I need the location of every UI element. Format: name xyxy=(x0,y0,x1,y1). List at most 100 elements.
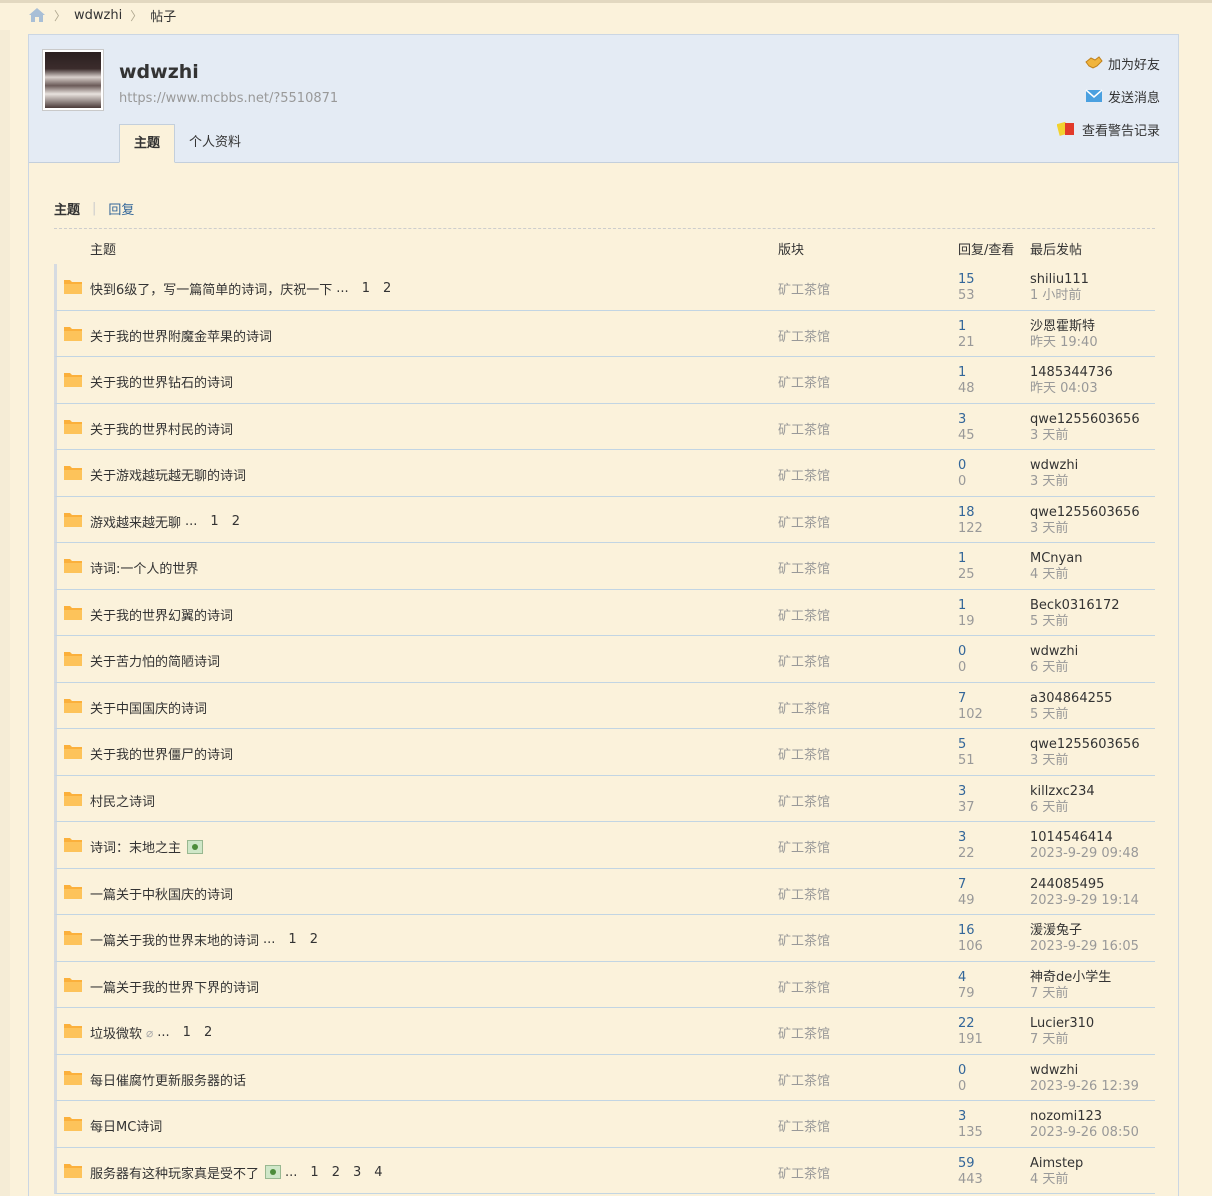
reply-count[interactable]: 3 xyxy=(958,412,975,428)
topic-title-link[interactable]: 村民之诗词 xyxy=(90,791,155,810)
add-friend-button[interactable]: 加为好友 xyxy=(1085,53,1160,73)
topic-forum[interactable]: 矿工茶馆 xyxy=(778,1023,830,1042)
last-post-user[interactable]: nozomi123 xyxy=(1030,1109,1139,1125)
view-warnings-button[interactable]: 查看警告记录 xyxy=(1056,119,1160,139)
topic-title-link[interactable]: 关于苦力怕的简陋诗词 xyxy=(90,651,220,670)
last-post-time[interactable]: 3 天前 xyxy=(1030,753,1140,769)
last-post-user[interactable]: 神奇de小学生 xyxy=(1030,970,1111,986)
reply-count[interactable]: 1 xyxy=(958,365,975,381)
last-post-time[interactable]: 4 天前 xyxy=(1030,1172,1083,1188)
breadcrumb-page[interactable]: 帖子 xyxy=(150,6,176,25)
topic-title-link[interactable]: 关于我的世界幻翼的诗词 xyxy=(90,605,233,624)
last-post-time[interactable]: 4 天前 xyxy=(1030,567,1082,583)
breadcrumb-user[interactable]: wdwzhi xyxy=(74,8,122,23)
subtab-replies[interactable]: 回复 xyxy=(108,199,134,218)
page-link[interactable]: 2 xyxy=(310,932,318,947)
last-post-time[interactable]: 2023-9-29 16:05 xyxy=(1030,939,1139,955)
reply-count[interactable]: 15 xyxy=(958,272,975,288)
reply-count[interactable]: 4 xyxy=(958,970,975,986)
topic-title-link[interactable]: 诗词:一个人的世界 xyxy=(90,558,198,577)
topic-forum[interactable]: 矿工茶馆 xyxy=(778,1163,830,1182)
topic-forum[interactable]: 矿工茶馆 xyxy=(778,791,830,810)
topic-forum[interactable]: 矿工茶馆 xyxy=(778,372,830,391)
topic-title-link[interactable]: 关于我的世界村民的诗词 xyxy=(90,419,233,438)
page-link[interactable]: 3 xyxy=(353,1165,361,1180)
page-link[interactable]: 1 xyxy=(210,514,218,529)
profile-url[interactable]: https://www.mcbbs.net/?5510871 xyxy=(119,91,338,106)
page-link[interactable]: 1 xyxy=(288,932,296,947)
topic-title-link[interactable]: 垃圾微软 xyxy=(90,1023,142,1042)
last-post-time[interactable]: 6 天前 xyxy=(1030,800,1095,816)
reply-count[interactable]: 59 xyxy=(958,1156,983,1172)
last-post-time[interactable]: 3 天前 xyxy=(1030,474,1078,490)
topic-title-link[interactable]: 关于中国国庆的诗词 xyxy=(90,698,207,717)
topic-title-link[interactable]: 关于我的世界钻石的诗词 xyxy=(90,372,233,391)
last-post-time[interactable]: 昨天 04:03 xyxy=(1030,381,1113,397)
page-link[interactable]: 2 xyxy=(232,514,240,529)
topic-title-link[interactable]: 一篇关于我的世界下界的诗词 xyxy=(90,977,259,996)
topic-forum[interactable]: 矿工茶馆 xyxy=(778,884,830,903)
reply-count[interactable]: 5 xyxy=(958,737,975,753)
page-link[interactable]: 1 xyxy=(362,281,370,296)
reply-count[interactable]: 22 xyxy=(958,1016,983,1032)
reply-count[interactable]: 1 xyxy=(958,319,975,335)
last-post-user[interactable]: qwe1255603656 xyxy=(1030,412,1140,428)
last-post-time[interactable]: 3 天前 xyxy=(1030,428,1140,444)
reply-count[interactable]: 1 xyxy=(958,551,975,567)
last-post-time[interactable]: 2023-9-29 19:14 xyxy=(1030,893,1139,909)
last-post-time[interactable]: 昨天 19:40 xyxy=(1030,335,1098,351)
topic-forum[interactable]: 矿工茶馆 xyxy=(778,744,830,763)
last-post-time[interactable]: 2023-9-26 12:39 xyxy=(1030,1079,1139,1095)
reply-count[interactable]: 3 xyxy=(958,830,975,846)
topic-title-link[interactable]: 一篇关于我的世界末地的诗词 xyxy=(90,930,259,949)
last-post-user[interactable]: Aimstep xyxy=(1030,1156,1083,1172)
topic-forum[interactable]: 矿工茶馆 xyxy=(778,558,830,577)
reply-count[interactable]: 0 xyxy=(958,1063,966,1079)
last-post-time[interactable]: 2023-9-26 08:50 xyxy=(1030,1125,1139,1141)
last-post-user[interactable]: 1485344736 xyxy=(1030,365,1113,381)
topic-title-link[interactable]: 游戏越来越无聊 xyxy=(90,512,181,531)
topic-forum[interactable]: 矿工茶馆 xyxy=(778,698,830,717)
topic-forum[interactable]: 矿工茶馆 xyxy=(778,651,830,670)
last-post-user[interactable]: killzxc234 xyxy=(1030,784,1095,800)
avatar[interactable] xyxy=(42,49,104,111)
reply-count[interactable]: 0 xyxy=(958,458,966,474)
reply-count[interactable]: 1 xyxy=(958,598,975,614)
last-post-time[interactable]: 2023-9-29 09:48 xyxy=(1030,846,1139,862)
last-post-user[interactable]: wdwzhi xyxy=(1030,644,1078,660)
last-post-time[interactable]: 7 天前 xyxy=(1030,986,1111,1002)
topic-forum[interactable]: 矿工茶馆 xyxy=(778,279,830,298)
last-post-user[interactable]: a304864255 xyxy=(1030,691,1112,707)
topic-forum[interactable]: 矿工茶馆 xyxy=(778,605,830,624)
subtab-topics[interactable]: 主题 xyxy=(54,199,80,218)
topic-title-link[interactable]: 每日催腐竹更新服务器的话 xyxy=(90,1070,246,1089)
page-link[interactable]: 4 xyxy=(374,1165,382,1180)
page-link[interactable]: 2 xyxy=(383,281,391,296)
topic-title-link[interactable]: 快到6级了，写一篇简单的诗词，庆祝一下 xyxy=(90,279,332,298)
last-post-user[interactable]: wdwzhi xyxy=(1030,458,1078,474)
send-message-button[interactable]: 发送消息 xyxy=(1085,86,1160,106)
last-post-user[interactable]: 湲湲兔子 xyxy=(1030,923,1139,939)
last-post-user[interactable]: 沙恩霍斯特 xyxy=(1030,319,1098,335)
page-link[interactable]: 1 xyxy=(310,1165,318,1180)
topic-forum[interactable]: 矿工茶馆 xyxy=(778,1070,830,1089)
topic-title-link[interactable]: 诗词：末地之主 xyxy=(90,837,181,856)
last-post-time[interactable]: 1 小时前 xyxy=(1030,288,1089,304)
reply-count[interactable]: 3 xyxy=(958,1109,983,1125)
last-post-time[interactable]: 3 天前 xyxy=(1030,521,1140,537)
topic-forum[interactable]: 矿工茶馆 xyxy=(778,326,830,345)
reply-count[interactable]: 18 xyxy=(958,505,983,521)
topic-title-link[interactable]: 服务器有这种玩家真是受不了 xyxy=(90,1163,259,1182)
last-post-user[interactable]: Beck0316172 xyxy=(1030,598,1120,614)
last-post-user[interactable]: wdwzhi xyxy=(1030,1063,1139,1079)
topic-title-link[interactable]: 每日MC诗词 xyxy=(90,1116,162,1135)
home-icon[interactable] xyxy=(28,7,46,23)
page-link[interactable]: 1 xyxy=(183,1025,191,1040)
reply-count[interactable]: 7 xyxy=(958,877,975,893)
topic-title-link[interactable]: 一篇关于中秋国庆的诗词 xyxy=(90,884,233,903)
last-post-user[interactable]: qwe1255603656 xyxy=(1030,737,1140,753)
last-post-time[interactable]: 7 天前 xyxy=(1030,1032,1094,1048)
last-post-user[interactable]: shiliu111 xyxy=(1030,272,1089,288)
page-link[interactable]: 2 xyxy=(332,1165,340,1180)
tab-profile[interactable]: 个人资料 xyxy=(175,124,255,162)
